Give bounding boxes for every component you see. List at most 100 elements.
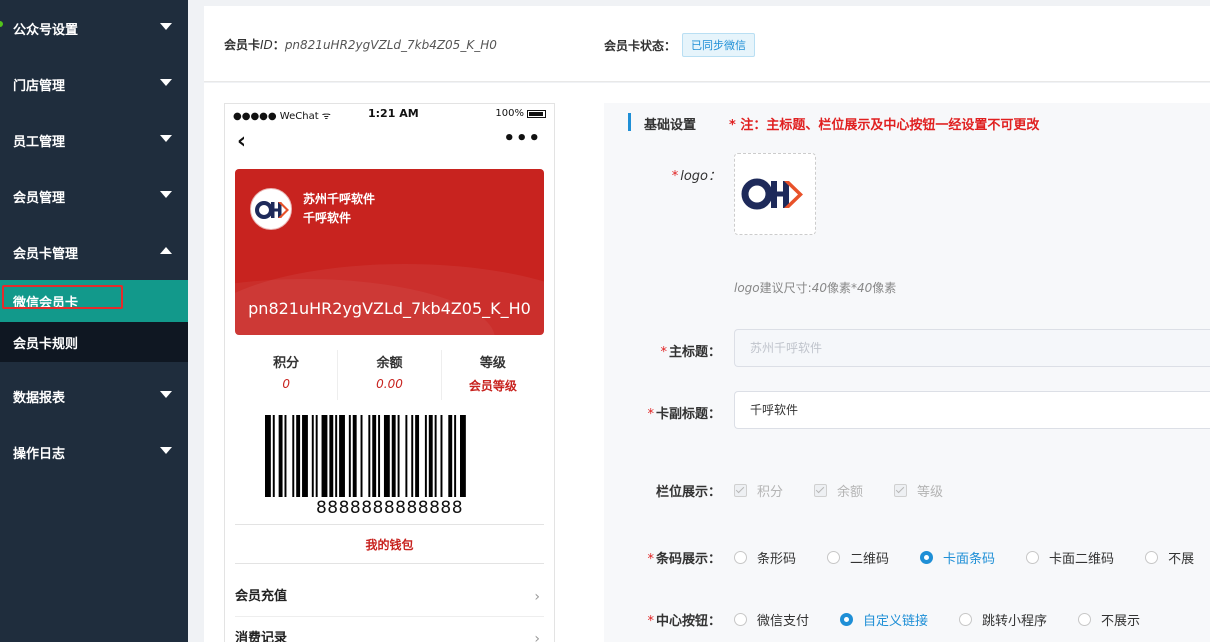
barcode-bar: [391, 415, 396, 497]
radio-card-qrcode[interactable]: 卡面二维码: [1026, 548, 1114, 567]
card-title-block: 苏州千呼软件 千呼软件: [303, 190, 375, 228]
sidebar-subitem-wechat-card[interactable]: 微信会员卡: [0, 280, 188, 322]
hint-part: 建议尺寸:: [759, 281, 812, 295]
title-input[interactable]: 苏州千呼软件: [734, 329, 1210, 367]
barcode-bar: [348, 415, 351, 497]
battery-icon: [527, 109, 546, 118]
barcode-number: 8888888888888: [315, 498, 464, 518]
hint-part: logo: [734, 281, 760, 295]
radio-custom-link[interactable]: 自定义链接: [840, 610, 928, 629]
barcode-bar: [397, 415, 400, 497]
sidebar-subitem-label: 会员卡规则: [13, 336, 79, 352]
subtitle-input[interactable]: 千呼软件: [734, 391, 1210, 429]
barcode-bar: [411, 415, 414, 497]
stat-level[interactable]: 等级 会员等级: [442, 350, 544, 400]
barcode-bar: [296, 415, 301, 497]
center-button-label: * 中心按钮：: [611, 610, 721, 629]
barcode-radio-group: 条形码 二维码 卡面条码 卡面二维码 不展: [734, 548, 1210, 567]
radio-label: 二维码: [850, 552, 890, 567]
list-item-records[interactable]: 消费记录 ›: [235, 619, 544, 642]
checkbox-level[interactable]: 等级: [894, 481, 943, 500]
barcode-bar: [339, 415, 345, 497]
radio-qrcode[interactable]: 二维码: [827, 548, 889, 567]
checkbox-icon: [894, 484, 908, 497]
sidebar-item-member-cards[interactable]: 会员卡管理: [0, 224, 188, 280]
barcode-bar: [460, 415, 466, 497]
barcode-bar: [360, 415, 363, 497]
time-label: 1:21 AM: [368, 107, 419, 120]
barcode-bar: [378, 415, 381, 497]
barcode-bar: [454, 415, 457, 497]
radio-selected-icon: [920, 551, 934, 564]
title-label-text: 主标题：: [668, 345, 721, 360]
radio-no-barcode[interactable]: 不展: [1145, 548, 1194, 567]
barcode-bar: [424, 415, 427, 497]
barcode-bar: [302, 415, 308, 497]
checkbox-label: 积分: [757, 485, 784, 500]
barcode-bar: [440, 415, 443, 497]
card-id-value: pn821uHR2ygVZLd_7kb4Z05_K_H0: [284, 38, 497, 52]
radio-mini-program[interactable]: 跳转小程序: [959, 610, 1047, 629]
radio-icon: [1078, 613, 1092, 626]
sidebar-item-staff[interactable]: 员工管理: [0, 112, 188, 168]
radio-label: 卡面二维码: [1049, 552, 1115, 567]
stat-label: 积分: [273, 356, 300, 371]
center-button-radio-group: 微信支付 自定义链接 跳转小程序 不展示: [734, 610, 1171, 629]
sidebar-item-reports[interactable]: 数据报表: [0, 368, 188, 424]
sidebar-item-members[interactable]: 会员管理: [0, 168, 188, 224]
stat-balance[interactable]: 余额 0.00: [338, 350, 442, 400]
chevron-down-icon: [160, 135, 172, 142]
stat-label: 等级: [479, 356, 506, 371]
sidebar-item-logs[interactable]: 操作日志: [0, 424, 188, 480]
checkbox-label: 等级: [917, 485, 944, 500]
sidebar-item-label: 会员管理: [13, 190, 66, 206]
sidebar-item-official-account[interactable]: 公众号设置: [0, 0, 188, 56]
hint-part: 像素*: [826, 281, 857, 295]
radio-wechat-pay[interactable]: 微信支付: [734, 610, 809, 629]
highlight-box: [2, 285, 123, 309]
back-icon[interactable]: ‹: [237, 131, 246, 153]
content-panel: ●●●●● WeChat ᯤ 1:21 AM 100% ‹ ••• 苏州千呼软件…: [204, 83, 1210, 642]
sidebar-item-label: 公众号设置: [13, 22, 79, 38]
barcode-image: [265, 415, 466, 497]
checkbox-points[interactable]: 积分: [734, 481, 783, 500]
hint-part: 40: [811, 281, 827, 295]
radio-icon: [1145, 551, 1159, 564]
card-header: 会员卡ID：pn821uHR2ygVZLd_7kb4Z05_K_H0 会员卡状态…: [204, 6, 1210, 82]
hint-part: 像素: [872, 281, 897, 295]
chevron-right-icon: ›: [534, 589, 540, 605]
required-mark: *: [660, 345, 667, 360]
sidebar-subitem-card-rules[interactable]: 会员卡规则: [0, 322, 188, 362]
main-area: 会员卡ID：pn821uHR2ygVZLd_7kb4Z05_K_H0 会员卡状态…: [188, 0, 1210, 642]
hint-part: 40: [856, 281, 873, 295]
logo-upload[interactable]: [734, 153, 816, 235]
section-title: 基础设置: [644, 118, 697, 133]
checkbox-icon: [814, 484, 828, 497]
settings-form: 基础设置 * 注：主标题、栏位展示及中心按钮一经设置不可更改 * logo： lo…: [604, 103, 1210, 642]
phone-status-bar: ●●●●● WeChat ᯤ 1:21 AM 100%: [225, 104, 554, 124]
barcode-bar: [329, 415, 334, 497]
wallet-link[interactable]: 我的钱包: [235, 524, 544, 564]
stat-value: 会员等级: [468, 379, 517, 393]
radio-icon: [734, 551, 747, 564]
stat-points[interactable]: 积分 0: [235, 350, 339, 400]
radio-barcode[interactable]: 条形码: [734, 548, 796, 567]
radio-card-barcode[interactable]: 卡面条码: [920, 548, 995, 567]
barcode-bar: [315, 415, 318, 497]
radio-icon: [1026, 551, 1040, 564]
barcode-bar: [292, 415, 295, 497]
chevron-down-icon: [160, 79, 172, 86]
checkbox-icon: [734, 484, 747, 497]
card-subtitle: 千呼软件: [303, 211, 352, 225]
radio-no-button[interactable]: 不展示: [1078, 610, 1140, 629]
checkbox-balance[interactable]: 余额: [814, 481, 863, 500]
member-card: 苏州千呼软件 千呼软件 pn821uHR2ygVZLd_7kb4Z05_K_H0: [235, 169, 544, 335]
card-id-label-suffix: ID: [260, 38, 273, 52]
required-mark: *: [647, 407, 654, 422]
sidebar-item-stores[interactable]: 门店管理: [0, 56, 188, 112]
status-dot-icon: [0, 21, 3, 27]
list-item-recharge[interactable]: 会员充值 ›: [235, 577, 544, 617]
more-icon[interactable]: •••: [503, 128, 541, 149]
barcode-bar: [428, 415, 433, 497]
barcode-bar: [448, 415, 453, 497]
